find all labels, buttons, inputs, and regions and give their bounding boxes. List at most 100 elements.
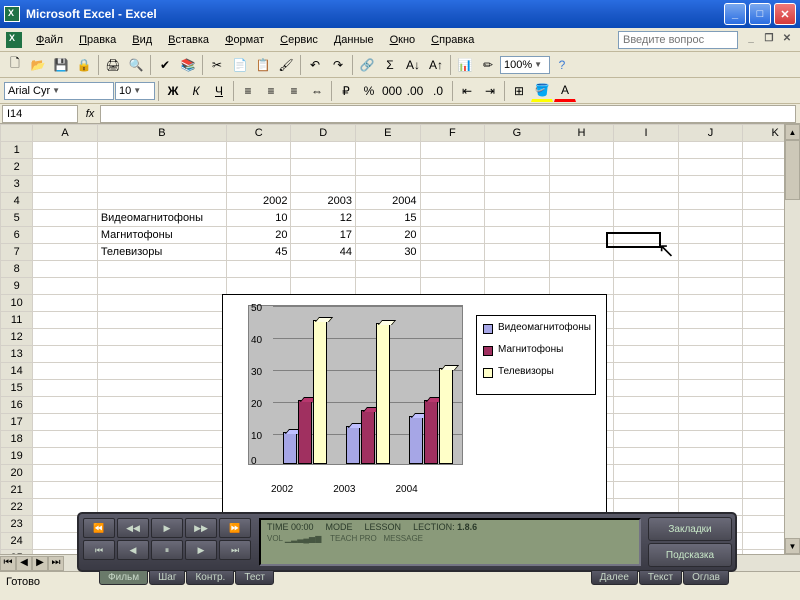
spellcheck-button[interactable]: ✔ [154, 54, 176, 76]
cell-A19[interactable] [33, 448, 98, 465]
cell-A5[interactable] [33, 210, 98, 227]
sort-asc-button[interactable]: A↓ [402, 54, 424, 76]
cell-I1[interactable] [614, 142, 679, 159]
worksheet[interactable]: ABCDEFGHIJK12342002200320045Видеомагнито… [0, 124, 800, 571]
cell-A13[interactable] [33, 346, 98, 363]
col-header-A[interactable]: A [33, 125, 98, 142]
cell-I14[interactable] [614, 363, 679, 380]
cell-C2[interactable] [226, 159, 291, 176]
cell-H3[interactable] [549, 176, 614, 193]
preview-button[interactable]: 🔍 [125, 54, 147, 76]
cell-F6[interactable] [420, 227, 485, 244]
cell-C9[interactable] [226, 278, 291, 295]
formula-input[interactable] [100, 105, 796, 123]
cell-G7[interactable] [485, 244, 550, 261]
row-header-1[interactable]: 1 [1, 142, 33, 159]
col-header-D[interactable]: D [291, 125, 356, 142]
cell-I12[interactable] [614, 329, 679, 346]
new-button[interactable]: 🗋 [4, 54, 26, 76]
redo-button[interactable]: ↷ [327, 54, 349, 76]
cell-A15[interactable] [33, 380, 98, 397]
cell-G8[interactable] [485, 261, 550, 278]
cell-J1[interactable] [678, 142, 743, 159]
cell-H4[interactable] [549, 193, 614, 210]
chart-wizard-button[interactable]: 📊 [454, 54, 476, 76]
cut-button[interactable]: ✂ [206, 54, 228, 76]
cell-J17[interactable] [678, 414, 743, 431]
increase-decimal-button[interactable]: .00 [404, 80, 426, 102]
row-header-22[interactable]: 22 [1, 499, 33, 516]
cell-B10[interactable] [97, 295, 226, 312]
menu-file[interactable]: Файл [28, 32, 71, 48]
cell-J21[interactable] [678, 482, 743, 499]
cell-I3[interactable] [614, 176, 679, 193]
fill-color-button[interactable]: 🪣 [531, 80, 553, 102]
cell-F2[interactable] [420, 159, 485, 176]
player-bookmarks-button[interactable]: Закладки [648, 517, 732, 541]
cell-E2[interactable] [356, 159, 421, 176]
cell-A18[interactable] [33, 431, 98, 448]
cell-F3[interactable] [420, 176, 485, 193]
cell-B4[interactable] [97, 193, 226, 210]
embedded-chart[interactable]: 50 40 30 20 10 0 200220032004 Видеомагни… [222, 294, 607, 514]
menu-window[interactable]: Окно [382, 32, 424, 48]
bold-button[interactable]: Ж [162, 80, 184, 102]
percent-button[interactable]: % [358, 80, 380, 102]
player-end[interactable]: ⏭ [219, 540, 251, 560]
menu-tools[interactable]: Сервис [272, 32, 326, 48]
align-right-button[interactable]: ≡ [283, 80, 305, 102]
cell-B7[interactable]: Телевизоры [97, 244, 226, 261]
permission-button[interactable]: 🔒 [73, 54, 95, 76]
research-button[interactable]: 📚 [177, 54, 199, 76]
cell-A9[interactable] [33, 278, 98, 295]
cell-I11[interactable] [614, 312, 679, 329]
col-header-I[interactable]: I [614, 125, 679, 142]
cell-J13[interactable] [678, 346, 743, 363]
undo-button[interactable]: ↶ [304, 54, 326, 76]
tab-next[interactable]: ▶ [32, 556, 48, 571]
row-header-17[interactable]: 17 [1, 414, 33, 431]
cell-B16[interactable] [97, 397, 226, 414]
row-header-14[interactable]: 14 [1, 363, 33, 380]
row-header-7[interactable]: 7 [1, 244, 33, 261]
menu-view[interactable]: Вид [124, 32, 160, 48]
cell-I17[interactable] [614, 414, 679, 431]
scroll-down-button[interactable]: ▼ [785, 538, 800, 554]
cell-I20[interactable] [614, 465, 679, 482]
row-header-2[interactable]: 2 [1, 159, 33, 176]
cell-I2[interactable] [614, 159, 679, 176]
cell-G5[interactable] [485, 210, 550, 227]
cell-I8[interactable] [614, 261, 679, 278]
cell-J5[interactable] [678, 210, 743, 227]
cell-D7[interactable]: 44 [291, 244, 356, 261]
wb-minimize[interactable]: _ [744, 33, 758, 47]
cell-D6[interactable]: 17 [291, 227, 356, 244]
row-header-5[interactable]: 5 [1, 210, 33, 227]
cell-J12[interactable] [678, 329, 743, 346]
row-header-20[interactable]: 20 [1, 465, 33, 482]
cell-H6[interactable] [549, 227, 614, 244]
player-next[interactable]: ▶▶ [185, 518, 217, 538]
player-tab-test[interactable]: Контр. [186, 570, 234, 585]
print-button[interactable]: 🖨 [102, 54, 124, 76]
cell-A10[interactable] [33, 295, 98, 312]
menu-format[interactable]: Формат [217, 32, 272, 48]
fx-icon[interactable]: fx [80, 108, 100, 120]
cell-A11[interactable] [33, 312, 98, 329]
col-header-J[interactable]: J [678, 125, 743, 142]
cell-C5[interactable]: 10 [226, 210, 291, 227]
col-header-B[interactable]: B [97, 125, 226, 142]
cell-A14[interactable] [33, 363, 98, 380]
cell-C3[interactable] [226, 176, 291, 193]
col-header-G[interactable]: G [485, 125, 550, 142]
cell-D5[interactable]: 12 [291, 210, 356, 227]
ask-question-box[interactable] [618, 31, 738, 49]
cell-H8[interactable] [549, 261, 614, 278]
cell-B20[interactable] [97, 465, 226, 482]
cell-B14[interactable] [97, 363, 226, 380]
row-header-24[interactable]: 24 [1, 533, 33, 550]
player-fwd[interactable]: ▶ [185, 540, 217, 560]
cell-A3[interactable] [33, 176, 98, 193]
cell-I5[interactable] [614, 210, 679, 227]
cell-D9[interactable] [291, 278, 356, 295]
